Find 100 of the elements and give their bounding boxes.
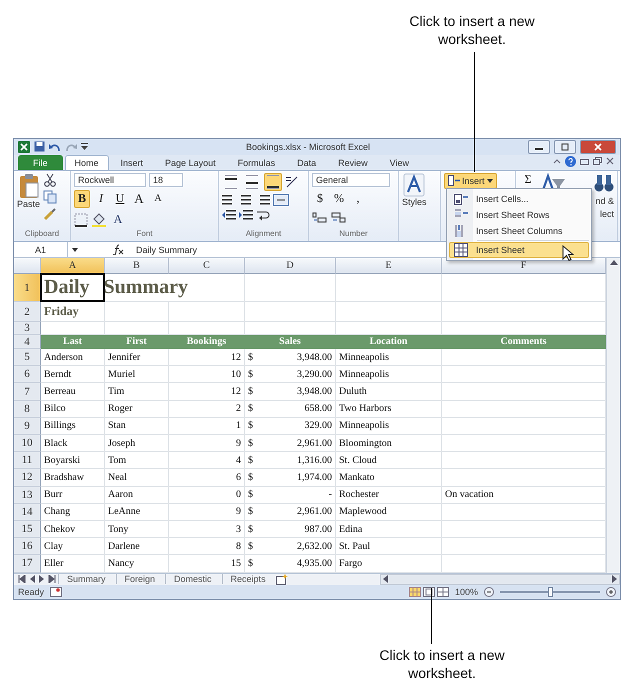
table-cell[interactable]: 1	[169, 418, 245, 435]
scissors-icon[interactable]	[43, 172, 58, 187]
scroll-left-icon[interactable]	[383, 575, 388, 584]
table-cell[interactable]: 9	[169, 504, 245, 521]
table-cell[interactable]: Bloomington	[336, 435, 442, 452]
table-cell[interactable]	[336, 274, 442, 302]
table-cell[interactable]	[442, 435, 606, 452]
close-button[interactable]	[580, 140, 616, 154]
table-cell[interactable]: Rochester	[336, 486, 442, 504]
ribbon-tab[interactable]: Formulas	[228, 154, 286, 170]
orientation-icon[interactable]	[285, 174, 299, 189]
table-cell[interactable]: Neal	[105, 469, 169, 487]
table-cell[interactable]: Chang	[41, 504, 105, 521]
ribbon-tab[interactable]: View	[380, 154, 419, 170]
table-cell[interactable]: 3	[169, 520, 245, 538]
table-cell[interactable]	[105, 302, 169, 322]
table-cell[interactable]	[442, 504, 606, 521]
find-select-label[interactable]: nd &	[595, 196, 614, 206]
table-cell[interactable]: Anderson	[41, 349, 105, 366]
ribbon-tab[interactable]: Insert	[110, 154, 154, 170]
merge-cells-icon[interactable]	[273, 194, 289, 206]
spreadsheet-app-icon[interactable]	[18, 140, 30, 153]
table-cell[interactable]	[245, 274, 336, 302]
table-cell[interactable]: Friday	[41, 302, 105, 322]
table-cell[interactable]: Billings	[41, 418, 105, 435]
brush-icon[interactable]	[43, 206, 58, 221]
caret-icon[interactable]	[72, 248, 78, 252]
ribbon-tab[interactable]: File	[18, 154, 63, 170]
table-cell[interactable]	[245, 302, 336, 322]
table-cell[interactable]	[442, 469, 606, 487]
font-style-button[interactable]: B	[74, 190, 90, 208]
font-style-button[interactable]: U	[112, 190, 128, 208]
function-icon[interactable]	[112, 244, 124, 256]
row-header[interactable]: 8	[14, 400, 41, 418]
formula-field[interactable]: Daily Summary	[130, 244, 198, 255]
title-cell[interactable]: Daily Summary	[41, 274, 245, 302]
table-cell[interactable]: Tom	[105, 452, 169, 470]
table-cell[interactable]: $ 2,961.00	[245, 504, 336, 521]
paste-button[interactable]: Paste	[17, 172, 40, 230]
table-cell[interactable]	[336, 302, 442, 322]
ribbon-tab[interactable]: Review	[328, 154, 378, 170]
table-cell[interactable]: Mankato	[336, 469, 442, 487]
table-cell[interactable]: Roger	[105, 400, 169, 418]
table-cell[interactable]: Two Harbors	[336, 400, 442, 418]
table-cell[interactable]	[442, 349, 606, 366]
table-cell[interactable]: Duluth	[336, 383, 442, 401]
row-header[interactable]: 13	[14, 486, 41, 504]
decrease-indent-icon[interactable]	[222, 208, 236, 221]
macro-record-icon[interactable]	[50, 587, 62, 598]
table-cell[interactable]: Edina	[336, 520, 442, 538]
increase-decimal-icon[interactable]	[312, 210, 328, 223]
table-cell[interactable]: 10	[169, 366, 245, 384]
insert-worksheet-icon[interactable]	[276, 574, 288, 585]
column-header[interactable]: A	[41, 258, 105, 274]
table-cell[interactable]	[442, 520, 606, 538]
table-cell[interactable]	[442, 366, 606, 384]
menu-item[interactable]: Insert Sheet Rows	[449, 207, 589, 223]
zoom-in-icon[interactable]	[606, 587, 616, 598]
number-format-button[interactable]: %	[331, 190, 347, 208]
ribbon-tab[interactable]: Data	[287, 154, 326, 170]
row-header[interactable]: 11	[14, 452, 41, 470]
table-cell[interactable]: Boyarski	[41, 452, 105, 470]
row-header[interactable]: 16	[14, 538, 41, 556]
vertical-align-button[interactable]	[264, 172, 282, 191]
column-header[interactable]: E	[336, 258, 442, 274]
sheet-tab[interactable]: Summary	[58, 574, 114, 584]
table-cell[interactable]: 8	[169, 538, 245, 556]
row-header[interactable]: 4	[14, 335, 41, 350]
table-cell[interactable]: Stan	[105, 418, 169, 435]
row-header[interactable]: 5	[14, 349, 41, 366]
vertical-align-button[interactable]	[222, 172, 240, 191]
table-cell[interactable]: $ 2,961.00	[245, 435, 336, 452]
scroll-right-icon[interactable]	[612, 575, 617, 584]
table-cell[interactable]: $ 3,290.00	[245, 366, 336, 384]
name-box[interactable]: A1	[14, 242, 68, 258]
table-cell[interactable]: Black	[41, 435, 105, 452]
font-size-field[interactable]: 18	[149, 172, 183, 187]
fill-bucket-icon[interactable]	[91, 212, 107, 227]
table-cell[interactable]	[442, 400, 606, 418]
font-color-button[interactable]: A	[110, 210, 126, 229]
table-cell[interactable]: Berndt	[41, 366, 105, 384]
copy-icon[interactable]	[43, 190, 58, 204]
row-header[interactable]: 10	[14, 435, 41, 452]
close-icon[interactable]	[606, 157, 614, 166]
table-cell[interactable]: Chekov	[41, 520, 105, 538]
horizontal-scrollbar[interactable]	[380, 574, 620, 585]
column-header[interactable]: D	[245, 258, 336, 274]
font-style-button[interactable]: I	[93, 190, 109, 208]
table-cell[interactable]: Maplewood	[336, 504, 442, 521]
table-cell[interactable]: Minneapolis	[336, 418, 442, 435]
borders-icon[interactable]	[74, 212, 88, 227]
table-cell[interactable]: 0	[169, 486, 245, 504]
table-cell[interactable]	[169, 302, 245, 322]
maximize-button[interactable]	[554, 140, 576, 154]
vertical-align-button[interactable]	[243, 172, 261, 191]
wrap-text-icon[interactable]	[256, 208, 270, 221]
sheet-tab[interactable]: Foreign	[116, 574, 164, 584]
menu-item[interactable]: Insert Sheet Columns	[449, 223, 589, 239]
number-format-field[interactable]: General	[312, 172, 390, 187]
table-cell[interactable]: St. Paul	[336, 538, 442, 556]
